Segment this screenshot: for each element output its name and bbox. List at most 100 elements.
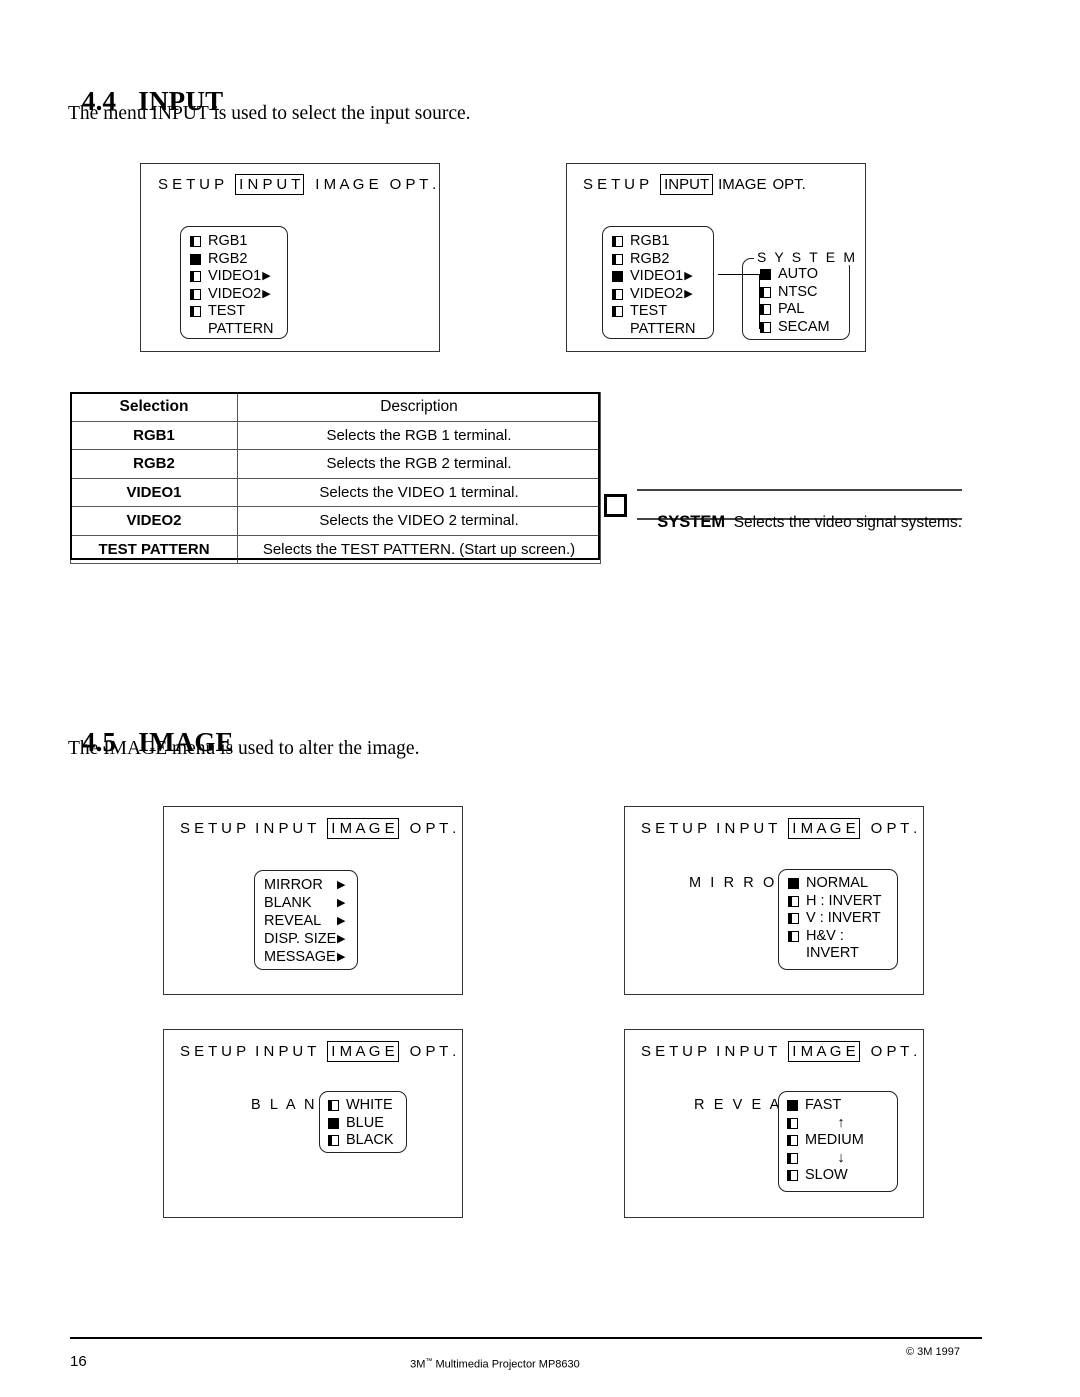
table-cell-selection: TEST PATTERN: [70, 534, 238, 564]
osd-tab-input[interactable]: I N P U T: [235, 174, 305, 195]
menu-item[interactable]: RGB2: [190, 251, 287, 269]
checkbox-unchecked-icon[interactable]: [788, 930, 799, 942]
menu-item[interactable]: VIDEO1 ▶: [612, 268, 713, 286]
menu-item[interactable]: TEST: [190, 303, 287, 321]
mirror-submenu-box: NORMAL H : INVERT V : INVERT H&V : INVERT: [778, 869, 898, 970]
menu-item[interactable]: RGB1: [612, 233, 713, 251]
osd-tab-setup[interactable]: S E T U P: [180, 1043, 246, 1060]
menu-item[interactable]: AUTO: [760, 266, 830, 284]
menu-item[interactable]: MIRROR ▶: [264, 876, 357, 894]
checkbox-checked-icon[interactable]: [612, 271, 623, 283]
osd-tab-input[interactable]: I N P U T: [716, 820, 777, 837]
menu-item[interactable]: PAL: [760, 301, 830, 319]
menu-item[interactable]: NORMAL: [788, 875, 897, 893]
osd-tab-image[interactable]: I M A G E: [788, 818, 860, 839]
osd-header-input-2: S E T U P INPUT IMAGE OPT.: [583, 174, 806, 195]
checkbox-unchecked-icon[interactable]: [612, 288, 623, 300]
checkbox-unchecked-icon[interactable]: [328, 1100, 339, 1112]
menu-item[interactable]: VIDEO1 ▶: [190, 268, 287, 286]
checkbox-unchecked-icon[interactable]: [328, 1135, 339, 1147]
osd-tab-setup[interactable]: S E T U P: [158, 176, 224, 193]
osd-header-image-mirror: S E T U P I N P U T I M A G E O P T .: [641, 818, 917, 839]
menu-item-label: PAL: [778, 301, 805, 317]
menu-item-label: ↑: [837, 1114, 845, 1131]
osd-tab-image[interactable]: I M A G E: [327, 818, 399, 839]
menu-item[interactable]: VIDEO2 ▶: [190, 286, 287, 304]
menu-item[interactable]: REVEAL ▶: [264, 912, 357, 930]
checkbox-unchecked-icon[interactable]: [787, 1152, 798, 1164]
osd-tab-opt[interactable]: O P T .: [410, 1043, 457, 1060]
checkbox-unchecked-icon[interactable]: [788, 895, 799, 907]
menu-item[interactable]: H&V :: [788, 928, 897, 946]
osd-tab-image[interactable]: I M A G E: [327, 1041, 399, 1062]
menu-item[interactable]: MEDIUM: [787, 1132, 897, 1150]
menu-item[interactable]: WHITE: [328, 1097, 406, 1115]
menu-item[interactable]: FAST: [787, 1097, 897, 1115]
osd-tab-opt[interactable]: O P T .: [390, 176, 437, 193]
menu-item[interactable]: DISP. SIZE ▶: [264, 930, 357, 948]
menu-item[interactable]: BLUE: [328, 1115, 406, 1133]
menu-item[interactable]: ↑: [787, 1115, 897, 1133]
osd-tab-opt[interactable]: O P T .: [871, 1043, 918, 1060]
submenu-arrow-icon: ▶: [337, 950, 346, 963]
selection-description-table: Selection Description RGB1 Selects the RG…: [70, 392, 601, 564]
system-vertical-rail: [759, 274, 761, 329]
checkbox-unchecked-icon[interactable]: [787, 1170, 798, 1182]
system-note-rule-top: [637, 489, 962, 491]
checkbox-unchecked-icon[interactable]: [787, 1135, 798, 1147]
checkbox-checked-icon[interactable]: [190, 253, 201, 265]
osd-tab-setup[interactable]: S E T U P: [180, 820, 246, 837]
checkbox-unchecked-icon[interactable]: [190, 288, 201, 300]
menu-item[interactable]: ↓: [787, 1150, 897, 1168]
osd-tab-image[interactable]: I M A G E: [315, 176, 378, 193]
checkbox-unchecked-icon[interactable]: [190, 306, 201, 318]
menu-item[interactable]: V : INVERT: [788, 910, 897, 928]
checkbox-checked-icon[interactable]: [328, 1117, 339, 1129]
osd-tab-setup[interactable]: S E T U P: [583, 176, 649, 193]
menu-item[interactable]: BLACK: [328, 1132, 406, 1150]
checkbox-checked-icon[interactable]: [788, 878, 799, 890]
osd-tab-input[interactable]: I N P U T: [255, 820, 316, 837]
osd-tab-input[interactable]: I N P U T: [255, 1043, 316, 1060]
menu-item[interactable]: H : INVERT: [788, 893, 897, 911]
checkbox-unchecked-icon[interactable]: [190, 271, 201, 283]
osd-tab-image[interactable]: I M A G E: [788, 1041, 860, 1062]
osd-tab-opt[interactable]: O P T .: [871, 820, 918, 837]
osd-tab-opt[interactable]: O P T .: [410, 820, 457, 837]
menu-item[interactable]: MESSAGE ▶: [264, 948, 357, 966]
checkbox-unchecked-icon[interactable]: [788, 913, 799, 925]
checkbox-unchecked-icon[interactable]: [612, 306, 623, 318]
menu-item[interactable]: INVERT: [788, 945, 897, 963]
menu-item[interactable]: VIDEO2 ▶: [612, 286, 713, 304]
table-row: RGB2 Selects the RGB 2 terminal.: [70, 449, 601, 479]
menu-item[interactable]: PATTERN: [190, 321, 287, 339]
menu-item[interactable]: SLOW: [787, 1167, 897, 1185]
menu-item[interactable]: RGB1: [190, 233, 287, 251]
osd-tab-input[interactable]: I N P U T: [716, 1043, 777, 1060]
osd-tab-setup[interactable]: S E T U P: [641, 820, 707, 837]
system-submenu-legend: S Y S T E M: [754, 249, 861, 265]
osd-tab-input[interactable]: INPUT: [660, 174, 714, 195]
checkbox-unchecked-icon[interactable]: [787, 1117, 798, 1129]
checkbox-checked-icon[interactable]: [787, 1100, 798, 1112]
menu-item[interactable]: SECAM: [760, 319, 830, 337]
checkbox-unchecked-icon[interactable]: [612, 236, 623, 248]
checkbox-unchecked-icon[interactable]: [760, 304, 771, 316]
table-cell-selection: RGB2: [70, 449, 238, 479]
checkbox-unchecked-icon[interactable]: [760, 286, 771, 298]
menu-item-label: ↓: [837, 1149, 845, 1166]
checkbox-unchecked-icon[interactable]: [760, 321, 771, 333]
checkbox-checked-icon[interactable]: [760, 269, 771, 281]
osd-tab-opt[interactable]: OPT.: [772, 176, 805, 193]
menu-item[interactable]: BLANK ▶: [264, 894, 357, 912]
menu-item[interactable]: TEST: [612, 303, 713, 321]
menu-item[interactable]: PATTERN: [612, 321, 713, 339]
menu-item[interactable]: NTSC: [760, 284, 830, 302]
osd-tab-setup[interactable]: S E T U P: [641, 1043, 707, 1060]
menu-item-label: SLOW: [805, 1167, 848, 1183]
menu-item-label: VIDEO2: [208, 285, 262, 302]
checkbox-unchecked-icon[interactable]: [612, 253, 623, 265]
osd-tab-image[interactable]: IMAGE: [718, 176, 766, 193]
menu-item[interactable]: RGB2: [612, 251, 713, 269]
checkbox-unchecked-icon[interactable]: [190, 236, 201, 248]
